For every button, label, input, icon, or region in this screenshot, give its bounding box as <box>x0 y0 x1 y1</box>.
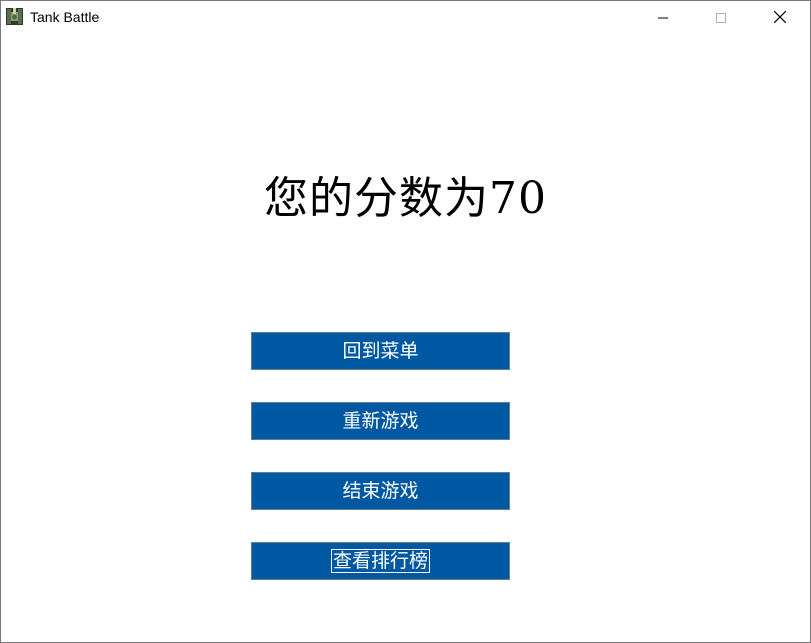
end-game-button[interactable]: 结束游戏 <box>251 472 510 510</box>
end-game-label: 结束游戏 <box>342 480 419 502</box>
title-bar[interactable]: Tank Battle <box>1 1 810 33</box>
window-title: Tank Battle <box>30 9 100 25</box>
close-button[interactable] <box>757 1 803 33</box>
back-to-menu-label: 回到菜单 <box>342 340 419 362</box>
restart-game-label: 重新游戏 <box>342 410 419 432</box>
back-to-menu-button[interactable]: 回到菜单 <box>251 332 510 370</box>
score-label: 您的分数为70 <box>264 173 547 224</box>
minimize-icon <box>658 8 668 27</box>
maximize-icon <box>716 8 726 27</box>
view-leaderboard-button[interactable]: 查看排行榜 <box>251 542 510 580</box>
tank-icon <box>6 8 23 25</box>
restart-game-button[interactable]: 重新游戏 <box>251 402 510 440</box>
close-icon <box>773 8 787 27</box>
minimize-button[interactable] <box>640 1 686 33</box>
view-leaderboard-label: 查看排行榜 <box>330 549 431 573</box>
maximize-button[interactable] <box>698 1 744 33</box>
app-window: Tank Battle 您的分数为70 回到菜单 重新游戏 结束游戏 查看排行榜 <box>0 0 811 643</box>
